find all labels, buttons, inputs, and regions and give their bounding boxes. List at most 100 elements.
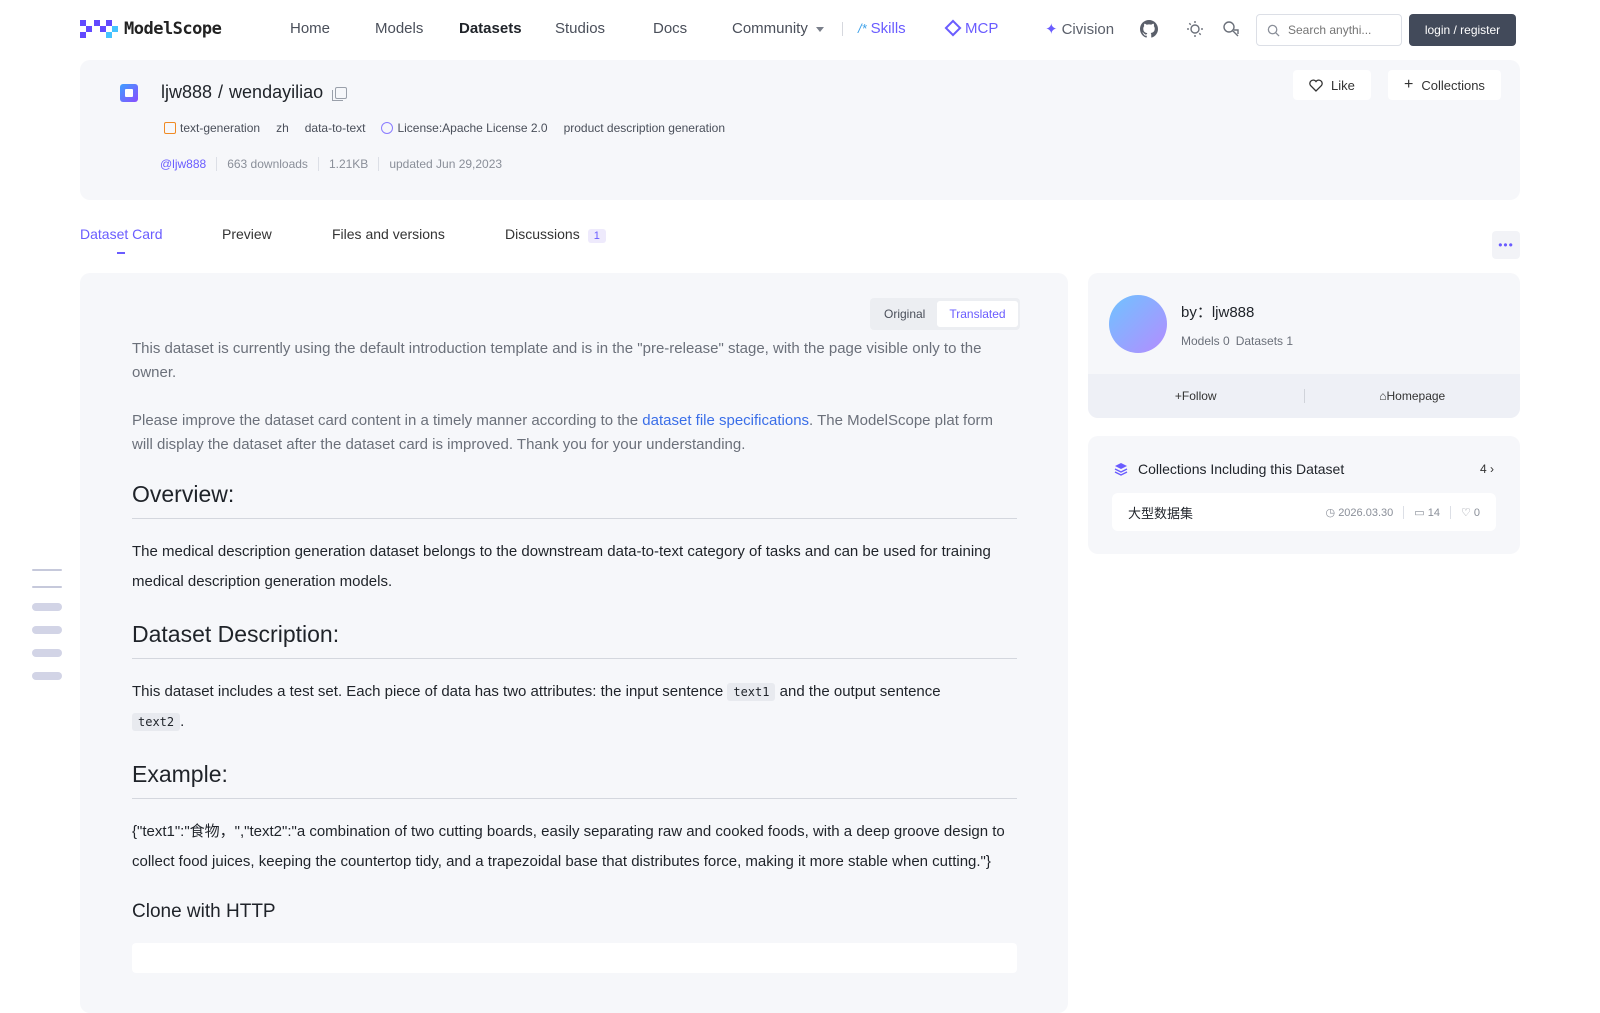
tab-discussions[interactable]: Discussions 1 (505, 226, 606, 243)
plus-icon: + (1174, 389, 1182, 403)
file-spec-link[interactable]: dataset file specifications (642, 412, 809, 429)
tag-license[interactable]: License:Apache License 2.0 (377, 118, 551, 138)
nav-home[interactable]: Home (290, 20, 330, 37)
desc-text: This dataset includes a test set. Each p… (132, 683, 728, 700)
dataset-card-panel: Original Translated This dataset is curr… (80, 273, 1068, 1013)
note-text: Please improve the dataset card content … (132, 412, 643, 429)
dataset-title: ljw888 / wendayiliao (161, 82, 348, 103)
nav-mcp[interactable]: MCP (944, 19, 999, 37)
collection-date: ◷ 2026.03.30 (1325, 506, 1394, 519)
home-icon: ⌂ (1379, 389, 1387, 403)
prerelease-note: This dataset is currently using the defa… (132, 340, 982, 381)
clone-url-box[interactable] (132, 943, 1017, 973)
dataset-owner[interactable]: ljw888 (161, 82, 212, 103)
meta-downloads: 663 downloads (216, 157, 318, 171)
table-of-contents-toggle[interactable] (32, 569, 62, 695)
logo-text: ModelScope (124, 19, 222, 39)
tag-text-generation[interactable]: text-generation (160, 118, 264, 138)
meta-updated: updated Jun 29,2023 (378, 157, 512, 171)
top-navbar: ModelScope Home Models Datasets Studios … (0, 0, 1600, 58)
nav-models[interactable]: Models (375, 20, 423, 37)
collections-button[interactable]: + Collections (1388, 70, 1501, 100)
active-tab-indicator (117, 252, 125, 254)
nav-mcp-label: MCP (965, 20, 999, 37)
mcp-icon (944, 19, 962, 37)
collection-likes: ♡ 0 (1449, 505, 1480, 519)
language-toggle: Original Translated (870, 298, 1020, 330)
task-icon (164, 122, 176, 134)
nav-skills[interactable]: /* Skills (858, 20, 906, 37)
toc-item (32, 649, 62, 657)
toc-line (32, 586, 62, 588)
skills-icon: /* (858, 21, 867, 36)
nav-civision[interactable]: ✦ Civision (1045, 20, 1114, 38)
nav-datasets[interactable]: Datasets (459, 20, 522, 37)
dataset-icon (120, 84, 138, 102)
logo-icon (80, 18, 118, 40)
tag-label: text-generation (180, 121, 261, 135)
like-button[interactable]: Like (1293, 70, 1371, 100)
toggle-translated[interactable]: Translated (937, 301, 1018, 327)
collection-row[interactable]: 大型数据集 ◷ 2026.03.30 ▭ 14 ♡ 0 (1112, 493, 1496, 531)
like-label: Like (1331, 77, 1355, 93)
copy-icon[interactable] (332, 86, 348, 101)
tab-dataset-card[interactable]: Dataset Card (80, 226, 162, 242)
tag-zh[interactable]: zh (272, 118, 293, 138)
tab-files[interactable]: Files and versions (332, 226, 445, 242)
search-icon (1267, 24, 1280, 37)
search-input[interactable] (1288, 23, 1388, 37)
collections-title-label: Collections Including this Dataset (1138, 461, 1345, 477)
collection-meta: ◷ 2026.03.30 ▭ 14 ♡ 0 (1325, 505, 1480, 519)
meta-author[interactable]: @ljw888 (160, 157, 216, 171)
github-icon[interactable] (1139, 19, 1159, 39)
example-heading: Example: (132, 761, 1017, 799)
chevron-right-icon: › (1490, 462, 1494, 476)
tab-discussions-label: Discussions (505, 226, 580, 242)
avatar[interactable] (1109, 295, 1167, 353)
nav-skills-label: Skills (870, 20, 906, 37)
discussions-count-badge: 1 (587, 229, 606, 243)
more-options-icon[interactable]: ••• (1492, 231, 1520, 259)
clone-heading: Clone with HTTP (132, 901, 276, 922)
collection-name: 大型数据集 (1128, 505, 1194, 521)
datasets-count: Datasets 1 (1235, 334, 1294, 348)
nav-community[interactable]: Community (732, 20, 824, 37)
tag-data-to-text[interactable]: data-to-text (301, 118, 370, 138)
collections-label: Collections (1421, 77, 1485, 93)
nav-community-label: Community (732, 20, 808, 37)
modelscope-logo[interactable]: ModelScope (80, 18, 222, 40)
search-box[interactable] (1256, 14, 1402, 46)
date-label: 2026.03.30 (1338, 506, 1394, 519)
follow-button[interactable]: +Follow (1088, 389, 1304, 403)
tab-preview[interactable]: Preview (222, 226, 272, 242)
language-icon[interactable] (1221, 19, 1241, 39)
description-heading: Dataset Description: (132, 621, 1017, 659)
dataset-name: wendayiliao (229, 82, 324, 102)
dataset-header: ljw888 / wendayiliao text-generation zh … (80, 60, 1520, 200)
collection-items: ▭ 14 (1403, 505, 1440, 519)
homepage-label: Homepage (1386, 389, 1446, 403)
heart-icon (1309, 78, 1323, 92)
likes-label: 0 (1473, 506, 1480, 519)
collections-count[interactable]: 4 › (1480, 462, 1494, 476)
toc-item (32, 672, 62, 680)
count-label: 4 (1479, 462, 1487, 476)
tag-label: License:Apache License 2.0 (397, 121, 548, 135)
nav-studios[interactable]: Studios (555, 20, 605, 37)
dataset-card-content: This dataset is currently using the defa… (132, 337, 1017, 973)
models-count: Models 0 (1181, 334, 1230, 348)
toggle-original[interactable]: Original (872, 301, 937, 327)
collections-title: Collections Including this Dataset (1114, 461, 1344, 477)
tag-product-description[interactable]: product description generation (560, 118, 729, 138)
theme-toggle-icon[interactable] (1185, 19, 1205, 39)
desc-text: . (180, 713, 185, 730)
meta-size: 1.21KB (317, 157, 378, 171)
title-separator: / (218, 82, 224, 102)
author-name[interactable]: by：ljw888 (1181, 301, 1254, 322)
improve-note: Please improve the dataset card content … (132, 409, 1017, 457)
toc-item (32, 603, 62, 611)
login-register-button[interactable]: login / register (1409, 14, 1516, 46)
overview-text: The medical description generation datas… (132, 543, 991, 590)
homepage-button[interactable]: ⌂Homepage (1305, 389, 1521, 403)
nav-docs[interactable]: Docs (653, 20, 687, 37)
